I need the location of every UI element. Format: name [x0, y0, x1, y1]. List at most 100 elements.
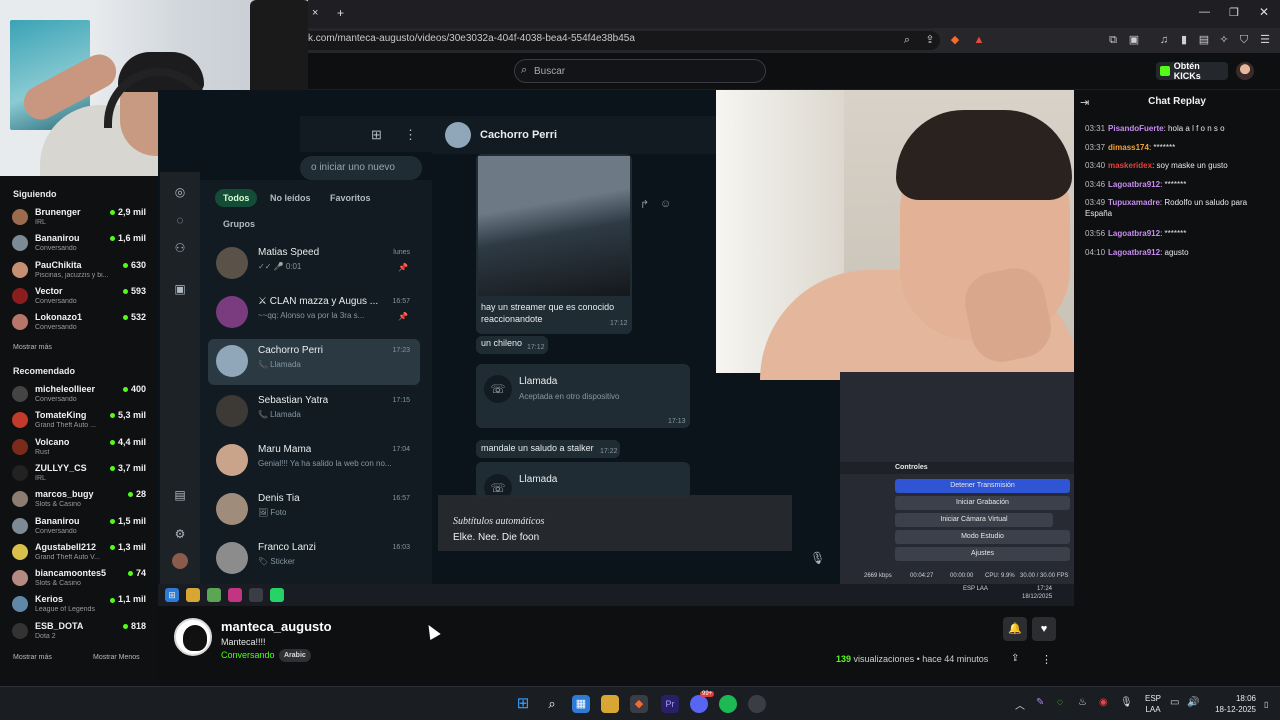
sidebar-channel-item[interactable]: Bananirou Conversando 1,6 mil — [12, 233, 152, 257]
channel-category: Slots & Casino — [35, 501, 81, 509]
more-options-icon[interactable]: ⋮ — [1041, 653, 1052, 666]
sidebar-channel-item[interactable]: ESB_DOTA Dota 2 818 — [12, 621, 152, 645]
chat-username[interactable]: Tupuxamadre — [1108, 198, 1160, 207]
wallet-icon[interactable]: ▤ — [1196, 33, 1212, 47]
leo-ai-icon[interactable]: ✧ — [1216, 33, 1232, 47]
music-icon[interactable]: ♫ — [1156, 33, 1172, 47]
brave-browser-icon[interactable]: ◆ — [630, 695, 648, 713]
zoom-icon[interactable]: ⌕ — [899, 33, 915, 47]
widgets-icon[interactable]: ▦ — [572, 695, 590, 713]
sidebar-channel-item[interactable]: Bananirou Conversando 1,5 mil — [12, 516, 152, 540]
chat-message: 03:37 dimass174: ******* — [1085, 142, 1271, 153]
sidebar-channel-item[interactable]: Brunenger IRL 2,9 mil — [12, 207, 152, 231]
discord-icon[interactable] — [690, 695, 708, 713]
language-tag[interactable]: Arabic — [279, 649, 311, 662]
close-window-icon[interactable]: ✕ — [1259, 5, 1269, 19]
sidebar-channel-item[interactable]: ZULLYY_CS IRL 3,7 mil — [12, 463, 152, 487]
menu-icon[interactable]: ☰ — [1257, 33, 1273, 47]
chat-text: : ******* — [1160, 180, 1187, 189]
tab-search-icon[interactable]: ▣ — [1126, 33, 1142, 47]
share-icon[interactable]: ⇪ — [1011, 653, 1019, 664]
start-icon: ⊞ — [165, 588, 179, 602]
sidebar-channel-item[interactable]: biancamoontes5 Slots & Casino 74 — [12, 568, 152, 592]
sidebar-channel-item[interactable]: TomateKing Grand Theft Auto ... 5,3 mil — [12, 410, 152, 434]
sidebar-channel-item[interactable]: Vector Conversando 593 — [12, 286, 152, 310]
obs-virtual-camera-button: Iniciar Cámara Virtual — [895, 513, 1053, 527]
obs-settings-button: Ajustes — [895, 547, 1070, 561]
tray-chevron-icon[interactable]: ︿ — [1015, 697, 1025, 712]
tray-app-icon[interactable]: ◌ — [1057, 697, 1063, 708]
sidebar-channel-item[interactable]: PauChikita Piscinas, jacuzzis y bi... 630 — [12, 260, 152, 284]
windows-start-icon[interactable]: ⊞ — [514, 695, 532, 713]
notifications-bell-icon[interactable]: 🔔 — [1003, 617, 1027, 641]
channel-category: Conversando — [35, 297, 77, 305]
instagram-icon — [228, 588, 242, 602]
clock-date: 18-12-2025 — [1215, 705, 1256, 714]
file-explorer-icon[interactable] — [601, 695, 619, 713]
brave-shield-icon[interactable]: ◆ — [947, 33, 963, 47]
viewer-count: 818 — [123, 621, 146, 631]
tab-close-icon[interactable]: × — [312, 7, 318, 19]
chat-username[interactable]: Lagoatbra912 — [1108, 229, 1160, 238]
viewer-count: 1,3 mil — [110, 542, 146, 552]
whatsapp-conversation-item: Maru Mama Genial!!! Ya ha salido la web c… — [208, 438, 420, 484]
share-icon[interactable]: ⇪ — [922, 33, 938, 47]
channel-name: TomateKing — [35, 410, 87, 421]
obs-kbps: 2669 kbps — [864, 573, 892, 579]
contact-name: Cachorro Perri — [480, 129, 558, 141]
system-clock[interactable]: 18:06 18-12-2025 — [1210, 693, 1256, 715]
spotify-icon[interactable] — [719, 695, 737, 713]
sidebar-channel-item[interactable]: Volcano Rust 4,4 mil — [12, 437, 152, 461]
network-icon[interactable]: ▭ — [1170, 697, 1179, 708]
show-less-recommended[interactable]: Mostrar Menos — [93, 654, 140, 661]
brave-rewards-icon[interactable]: ▲ — [971, 33, 987, 47]
sidebar-toggle-icon[interactable]: ▮ — [1176, 33, 1192, 47]
conversation-preview: 📞 Llamada — [258, 409, 301, 419]
chat-username[interactable]: dimass174 — [1108, 143, 1149, 152]
stream-category[interactable]: Conversando — [221, 650, 275, 660]
microphone-icon[interactable]: 🎙 — [1120, 697, 1133, 708]
channel-name[interactable]: manteca_augusto — [221, 619, 332, 634]
notifications-icon[interactable]: ▯ — [1264, 700, 1268, 709]
sidebar-channel-item[interactable]: marcos_bugy Slots & Casino 28 — [12, 489, 152, 513]
new-chat-icon: ⊞ — [371, 127, 382, 142]
sidebar-channel-item[interactable]: Lokonazo1 Conversando 532 — [12, 312, 152, 336]
obs-icon[interactable] — [748, 695, 766, 713]
maximize-icon[interactable]: ❐ — [1229, 6, 1239, 19]
channel-category: Rust — [35, 448, 50, 456]
message-time: 17:13 — [668, 418, 686, 425]
volume-icon[interactable]: 🔊 — [1187, 697, 1199, 708]
extensions-icon[interactable]: ⧉ — [1105, 33, 1121, 47]
tray-app-icon[interactable]: ◉ — [1099, 697, 1108, 708]
steam-icon[interactable]: ♨ — [1078, 697, 1087, 708]
conversation-avatar — [216, 247, 248, 279]
conversation-preview: 📞 Llamada — [258, 360, 301, 370]
sidebar-channel-item[interactable]: Agustabell212 Grand Theft Auto V... 1,3 mi… — [12, 542, 152, 566]
chat-username[interactable]: maskeridex — [1108, 161, 1152, 170]
show-more-following[interactable]: Mostrar más — [13, 344, 52, 351]
chat-username[interactable]: Lagoatbra912 — [1108, 248, 1160, 257]
new-tab-icon[interactable]: + — [337, 6, 344, 20]
tray-app-icon[interactable]: ✎ — [1036, 697, 1044, 708]
sidebar-channel-item[interactable]: Kerios League of Legends 1,1 mil — [12, 594, 152, 618]
language-indicator[interactable]: ESP LAA — [1141, 693, 1165, 715]
minimize-icon[interactable]: — — [1199, 6, 1210, 18]
user-avatar[interactable] — [1236, 62, 1254, 80]
show-more-recommended[interactable]: Mostrar más — [13, 654, 52, 661]
channel-category: Piscinas, jacuzzis y bi... — [35, 271, 109, 279]
search-icon[interactable]: ⌕ — [543, 695, 561, 713]
keyboard-layout: LAA — [1145, 705, 1161, 714]
vpn-icon[interactable]: ⛉ — [1236, 33, 1252, 47]
conversation-time: 17:04 — [392, 445, 410, 453]
premiere-icon[interactable]: Pr — [661, 695, 679, 713]
chat-username[interactable]: Lagoatbra912 — [1108, 180, 1160, 189]
get-kicks-button[interactable]: Obtén KICKs — [1156, 61, 1228, 81]
follow-heart-icon[interactable]: ♥ — [1032, 617, 1056, 641]
url-text[interactable]: k.com/manteca-augusto/videos/30e3032a-40… — [308, 33, 635, 44]
viewer-count: 593 — [123, 286, 146, 296]
channel-avatar[interactable] — [174, 618, 212, 656]
channel-category: Conversando — [35, 527, 77, 535]
message-time: 17:12 — [610, 320, 628, 327]
sidebar-channel-item[interactable]: micheleollieer Conversando 400 — [12, 384, 152, 408]
chat-username[interactable]: PisandoFuerte — [1108, 124, 1164, 133]
